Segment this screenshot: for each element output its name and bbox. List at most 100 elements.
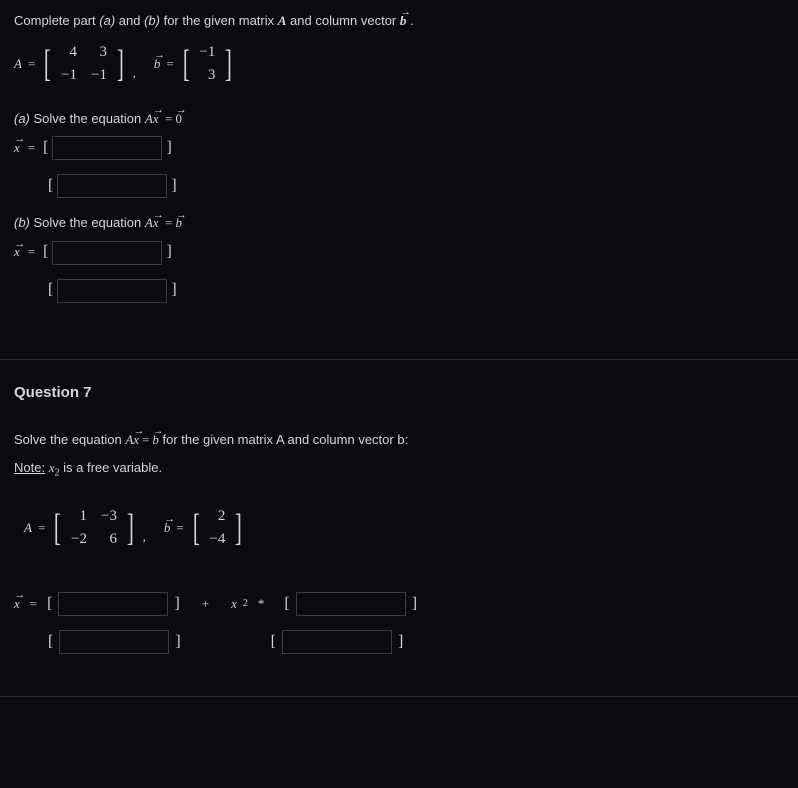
note-label: Note: [14, 460, 45, 475]
matrix-A: 43 −1 −1 [60, 42, 108, 86]
rbracket-icon: ] [235, 509, 242, 547]
cell: 1 [71, 506, 87, 527]
cell: −2 [71, 529, 87, 550]
lbracket-icon: [ [48, 279, 53, 301]
var-b: b [152, 431, 159, 449]
var-x: x [14, 243, 20, 261]
var-b: b [154, 55, 161, 73]
lbracket-icon: [ [271, 631, 276, 653]
var-x: x [153, 214, 159, 232]
q7-p-x1-input[interactable] [58, 592, 168, 616]
rbracket-icon: ] [398, 631, 403, 653]
b-x2-input[interactable] [57, 279, 167, 303]
cell: 4 [61, 42, 77, 63]
lbracket-icon: [ [183, 45, 190, 83]
eq: = [166, 55, 173, 73]
var-A: A [24, 519, 32, 537]
eq: = [38, 519, 45, 537]
rbracket-icon: ] [171, 175, 176, 197]
sub: 2 [243, 597, 248, 611]
eq: = [30, 595, 37, 613]
rbracket-icon: ] [412, 593, 417, 615]
cell: 2 [209, 506, 225, 527]
label: (a) [14, 111, 30, 126]
eq: = [176, 519, 183, 537]
var-b: b [164, 519, 171, 537]
q7-instr: Solve the equation Ax=b for the given ma… [14, 431, 784, 449]
q6-matrix-def: A = [ 43 −1 −1 ] , b = [ −1 3 ] [14, 42, 784, 86]
lbracket-icon: [ [48, 175, 53, 197]
comma: , [133, 64, 136, 82]
text: for the given matrix A and column vector… [159, 432, 408, 447]
q7-note: Note: x2 is a free variable. [14, 459, 784, 481]
eq: = [165, 215, 172, 230]
q7-answer-row1: x = [ ] + x2 * [ ] [14, 592, 784, 616]
var-A: A [14, 55, 22, 73]
text: and [115, 13, 144, 28]
text: Solve the equation [30, 215, 145, 230]
lbracket-icon: [ [43, 137, 48, 159]
var-x: x [153, 110, 159, 128]
cell: −3 [101, 506, 117, 527]
a-x1-input[interactable] [52, 136, 162, 160]
q7-answer-row2: [ ] [ ] [48, 630, 784, 654]
cell: −1 [61, 65, 77, 86]
q7-p-x2-input[interactable] [59, 630, 169, 654]
text: (a) [99, 13, 115, 28]
part-b-header: (b) Solve the equation Ax =b [14, 214, 784, 232]
text: Solve the equation [30, 111, 145, 126]
zero-vec: 0 [176, 110, 183, 128]
matrix-A: 1 −3 −2 6 [70, 506, 118, 550]
lbracket-icon: [ [43, 241, 48, 263]
lbracket-icon: [ [54, 509, 61, 547]
q7-h-x1-input[interactable] [296, 592, 406, 616]
mult: * [258, 595, 265, 613]
rbracket-icon: ] [127, 509, 134, 547]
text: Solve the equation [14, 432, 125, 447]
cell: 6 [101, 529, 117, 550]
eq: = [28, 139, 35, 157]
vector-b: 2 −4 [208, 506, 226, 550]
a-x2-input[interactable] [57, 174, 167, 198]
rbracket-icon: ] [174, 593, 179, 615]
cell: −1 [91, 65, 107, 86]
rbracket-icon: ] [166, 241, 171, 263]
var-b: b [400, 12, 407, 30]
rbracket-icon: ] [175, 631, 180, 653]
part-a-answer: x = [ ] [ ] [14, 136, 784, 198]
part-a-header: (a) Solve the equation Ax = 0 [14, 110, 784, 128]
var-A: A [145, 215, 153, 230]
part-b-answer: x = [ ] [ ] [14, 241, 784, 303]
plus: + [202, 595, 209, 613]
text: is a free variable. [63, 460, 162, 475]
text: (b) [144, 13, 160, 28]
rbracket-icon: ] [117, 45, 124, 83]
var-x: x [14, 139, 20, 157]
eq: = [28, 243, 35, 261]
divider [0, 696, 798, 697]
text: for the given matrix [160, 13, 278, 28]
rbracket-icon: ] [171, 279, 176, 301]
q6-intro: Complete part (a) and (b) for the given … [14, 12, 784, 30]
eq: = [28, 55, 35, 73]
lbracket-icon: [ [193, 509, 200, 547]
rbracket-icon: ] [225, 45, 232, 83]
var-x: x [133, 431, 139, 449]
lbracket-icon: [ [284, 593, 289, 615]
text: and column vector [286, 13, 399, 28]
b-x1-input[interactable] [52, 241, 162, 265]
comma: , [143, 528, 146, 546]
q7-matrix-def: A = [ 1 −3 −2 6 ] , b = [ 2 −4 ] [24, 506, 784, 550]
cell: 3 [91, 42, 107, 63]
label: (b) [14, 215, 30, 230]
q7-title: Question 7 [14, 382, 784, 403]
var-x2: x [231, 595, 237, 613]
eq: = [165, 111, 172, 126]
var-A: A [145, 111, 153, 126]
cell: −4 [209, 529, 225, 550]
q7-h-x2-input[interactable] [282, 630, 392, 654]
cell: −1 [199, 42, 215, 63]
lbracket-icon: [ [47, 593, 52, 615]
divider [0, 359, 798, 360]
lbracket-icon: [ [44, 45, 51, 83]
